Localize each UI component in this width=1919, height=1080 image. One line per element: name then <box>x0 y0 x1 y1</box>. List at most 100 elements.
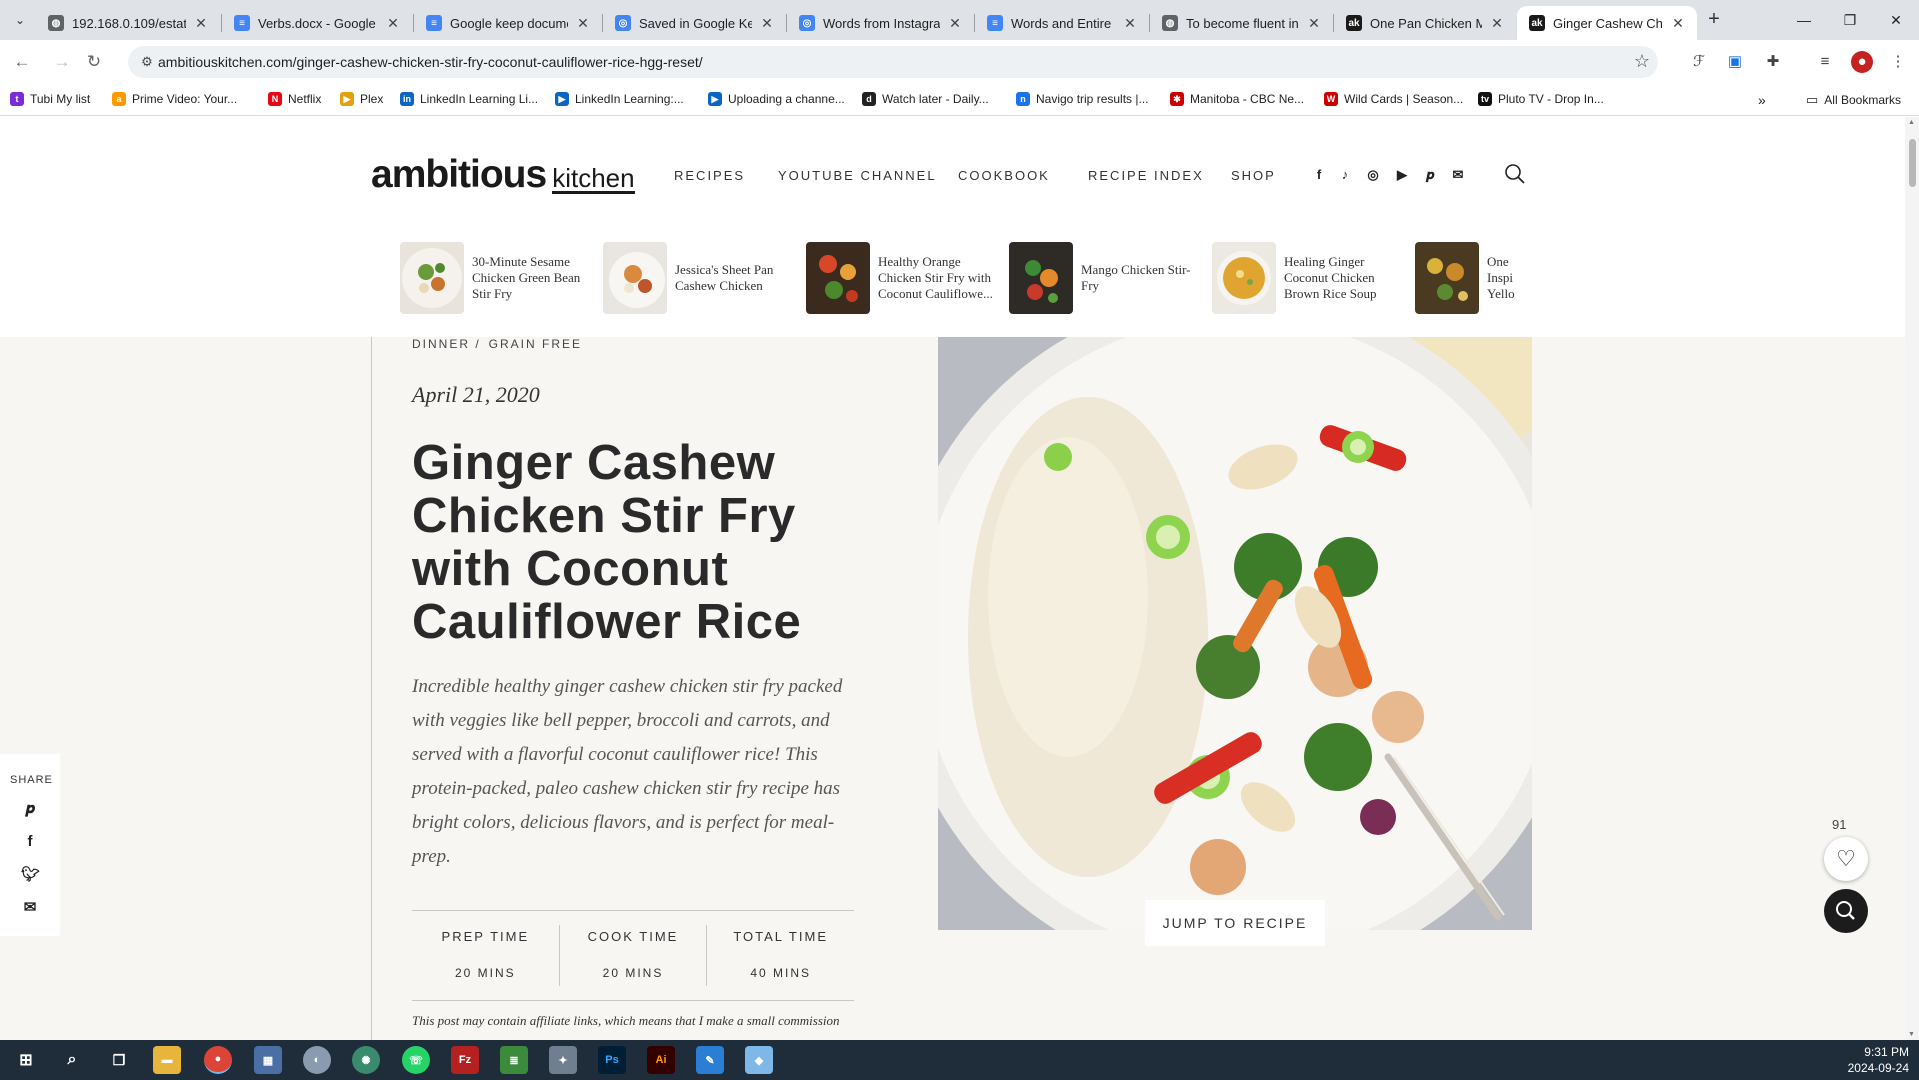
email-share-icon[interactable]: ✉ <box>21 899 39 917</box>
scroll-thumb[interactable] <box>1909 139 1916 187</box>
windows-start-icon[interactable]: ⊞ <box>12 1046 40 1074</box>
close-tab-icon[interactable]: ✕ <box>1488 15 1506 32</box>
bookmark-item[interactable]: ✱ Manitoba - CBC Ne... <box>1170 92 1304 106</box>
related-recipe-card[interactable]: Healthy Orange Chicken Stir Fry with Coc… <box>806 241 996 315</box>
close-tab-icon[interactable]: ✕ <box>758 15 776 32</box>
tab-7[interactable]: ◍ To become fluent in E ✕ <box>1150 6 1333 40</box>
bookmark-item[interactable]: W Wild Cards | Season... <box>1324 92 1463 106</box>
favorite-heart-button[interactable]: ♡ <box>1824 837 1868 881</box>
tab-search-chevron-icon[interactable]: ⌄ <box>8 8 32 32</box>
extension-icon[interactable]: ℱ <box>1688 51 1710 73</box>
url-text[interactable]: ambitiouskitchen.com/ginger-cashew-chick… <box>158 54 703 70</box>
file-explorer-icon[interactable]: ▬ <box>153 1046 181 1074</box>
new-tab-button[interactable]: + <box>1702 8 1726 32</box>
nav-shop[interactable]: SHOP <box>1231 168 1276 183</box>
bookmark-item[interactable]: n Navigo trip results |... <box>1016 92 1149 106</box>
nav-recipe-index[interactable]: RECIPE INDEX <box>1088 168 1204 183</box>
photoshop-icon[interactable]: Ps <box>598 1046 626 1074</box>
bookmark-star-icon[interactable]: ☆ <box>1634 51 1650 72</box>
tab-5[interactable]: ◎ Words from Instagram ✕ <box>787 6 974 40</box>
tab-4[interactable]: ◎ Saved in Google Keep ✕ <box>603 6 786 40</box>
tab-active[interactable]: ak Ginger Cashew Chick ✕ <box>1517 6 1697 40</box>
related-recipe-card[interactable]: Mango Chicken Stir-Fry <box>1009 241 1199 315</box>
bookmark-item[interactable]: t Tubi My list <box>10 92 90 106</box>
search-icon[interactable]: ⌕ <box>58 1046 86 1074</box>
system-clock[interactable]: 9:31 PM 2024-09-24 <box>1848 1044 1909 1076</box>
tab-3[interactable]: ≡ Google keep docume ✕ <box>414 6 602 40</box>
facebook-icon[interactable]: f <box>1310 166 1328 184</box>
search-icon[interactable] <box>1504 163 1526 185</box>
forward-arrow-icon[interactable]: → <box>49 49 75 75</box>
all-bookmarks-button[interactable]: ▭ All Bookmarks <box>1806 92 1901 108</box>
page-scrollbar[interactable]: ▲ ▼ <box>1905 117 1919 1040</box>
notepad-icon[interactable]: ≣ <box>500 1046 528 1074</box>
related-recipe-card[interactable]: Jessica's Sheet Pan Cashew Chicken <box>603 241 793 315</box>
profile-avatar[interactable]: ● <box>1851 51 1873 73</box>
nav-cookbook[interactable]: COOKBOOK <box>958 168 1050 183</box>
bookmark-item[interactable]: a Prime Video: Your... <box>112 92 237 106</box>
close-tab-icon[interactable]: ✕ <box>192 15 210 32</box>
screen-cast-icon[interactable]: ▣ <box>1724 51 1746 73</box>
more-bookmarks-chevron-icon[interactable]: » <box>1758 92 1766 108</box>
browser-menu-icon[interactable]: ⋮ <box>1887 51 1909 73</box>
category-link-dinner[interactable]: DINNER / <box>412 337 481 351</box>
bookmark-item[interactable]: tv Pluto TV - Drop In... <box>1478 92 1604 106</box>
whatsapp-icon[interactable]: ☏ <box>402 1046 430 1074</box>
tab-6[interactable]: ≡ Words and Entire Eng ✕ <box>975 6 1149 40</box>
recipe-thumbnail <box>400 242 464 314</box>
twitter-share-icon[interactable]: 🐦︎ <box>21 866 40 884</box>
bookmark-item[interactable]: in LinkedIn Learning Li... <box>400 92 538 106</box>
illustrator-icon[interactable]: Ai <box>647 1046 675 1074</box>
app-icon[interactable]: ◐ <box>303 1046 331 1074</box>
scroll-down-icon[interactable]: ▼ <box>1908 1031 1915 1038</box>
floating-search-button[interactable] <box>1824 889 1868 933</box>
close-window-icon[interactable]: ✕ <box>1873 0 1919 40</box>
close-tab-icon[interactable]: ✕ <box>1669 15 1687 32</box>
chrome-icon[interactable]: ● <box>204 1046 232 1074</box>
close-tab-icon[interactable]: ✕ <box>384 15 402 32</box>
email-icon[interactable]: ✉ <box>1449 166 1467 184</box>
bookmark-item[interactable]: d Watch later - Daily... <box>862 92 989 106</box>
related-recipe-card[interactable]: 30-Minute Sesame Chicken Green Bean Stir… <box>400 241 590 315</box>
site-logo[interactable]: ambitious kitchen <box>371 153 635 197</box>
app-icon[interactable]: ✺ <box>352 1046 380 1074</box>
tiktok-icon[interactable]: ♪ <box>1336 166 1354 184</box>
site-info-icon[interactable]: ⚙ <box>138 53 156 71</box>
extensions-puzzle-icon[interactable]: ✚ <box>1762 51 1784 73</box>
close-tab-icon[interactable]: ✕ <box>1305 15 1323 32</box>
app-icon[interactable]: ◆ <box>745 1046 773 1074</box>
instagram-icon[interactable]: ◎ <box>1364 166 1382 184</box>
app-icon[interactable]: ✦ <box>549 1046 577 1074</box>
tab-2[interactable]: ≡ Verbs.docx - Google D ✕ <box>222 6 412 40</box>
calculator-icon[interactable]: ▦ <box>254 1046 282 1074</box>
restore-icon[interactable]: ❐ <box>1827 0 1873 40</box>
paint-icon[interactable]: ✎ <box>696 1046 724 1074</box>
address-bar[interactable]: ⚙ ambitiouskitchen.com/ginger-cashew-chi… <box>128 46 1658 78</box>
related-recipe-card[interactable]: One Inspi Yello <box>1415 241 1523 315</box>
jump-to-recipe-button[interactable]: JUMP TO RECIPE <box>1145 900 1325 946</box>
youtube-icon[interactable]: ▶ <box>1393 166 1411 184</box>
bookmark-item[interactable]: ▶ LinkedIn Learning:... <box>555 92 684 106</box>
close-tab-icon[interactable]: ✕ <box>1121 15 1139 32</box>
pinterest-share-icon[interactable]: 𝒑 <box>21 800 39 818</box>
tab-1[interactable]: ◍ 192.168.0.109/estatel ✕ <box>36 6 220 40</box>
close-tab-icon[interactable]: ✕ <box>946 15 964 32</box>
bookmark-item[interactable]: ▶ Plex <box>340 92 383 106</box>
nav-youtube-channel[interactable]: YOUTUBE CHANNEL <box>778 168 937 183</box>
close-tab-icon[interactable]: ✕ <box>574 15 592 32</box>
tab-8[interactable]: ak One Pan Chicken Me ✕ <box>1334 6 1516 40</box>
back-arrow-icon[interactable]: ← <box>9 49 35 75</box>
facebook-share-icon[interactable]: f <box>21 833 39 851</box>
pinterest-icon[interactable]: 𝒑 <box>1421 166 1439 184</box>
media-controls-icon[interactable]: ≡ <box>1814 51 1836 73</box>
scroll-up-icon[interactable]: ▲ <box>1908 119 1915 126</box>
related-recipe-card[interactable]: Healing Ginger Coconut Chicken Brown Ric… <box>1212 241 1402 315</box>
minimize-icon[interactable]: — <box>1781 0 1827 40</box>
nav-recipes[interactable]: RECIPES <box>674 168 745 183</box>
filezilla-icon[interactable]: Fz <box>451 1046 479 1074</box>
reload-icon[interactable]: ↻ <box>81 49 107 75</box>
category-link-grain-free[interactable]: GRAIN FREE <box>489 337 582 351</box>
task-view-icon[interactable]: ❐ <box>105 1046 133 1074</box>
bookmark-item[interactable]: N Netflix <box>268 92 321 106</box>
bookmark-item[interactable]: ▶ Uploading a channe... <box>708 92 845 106</box>
